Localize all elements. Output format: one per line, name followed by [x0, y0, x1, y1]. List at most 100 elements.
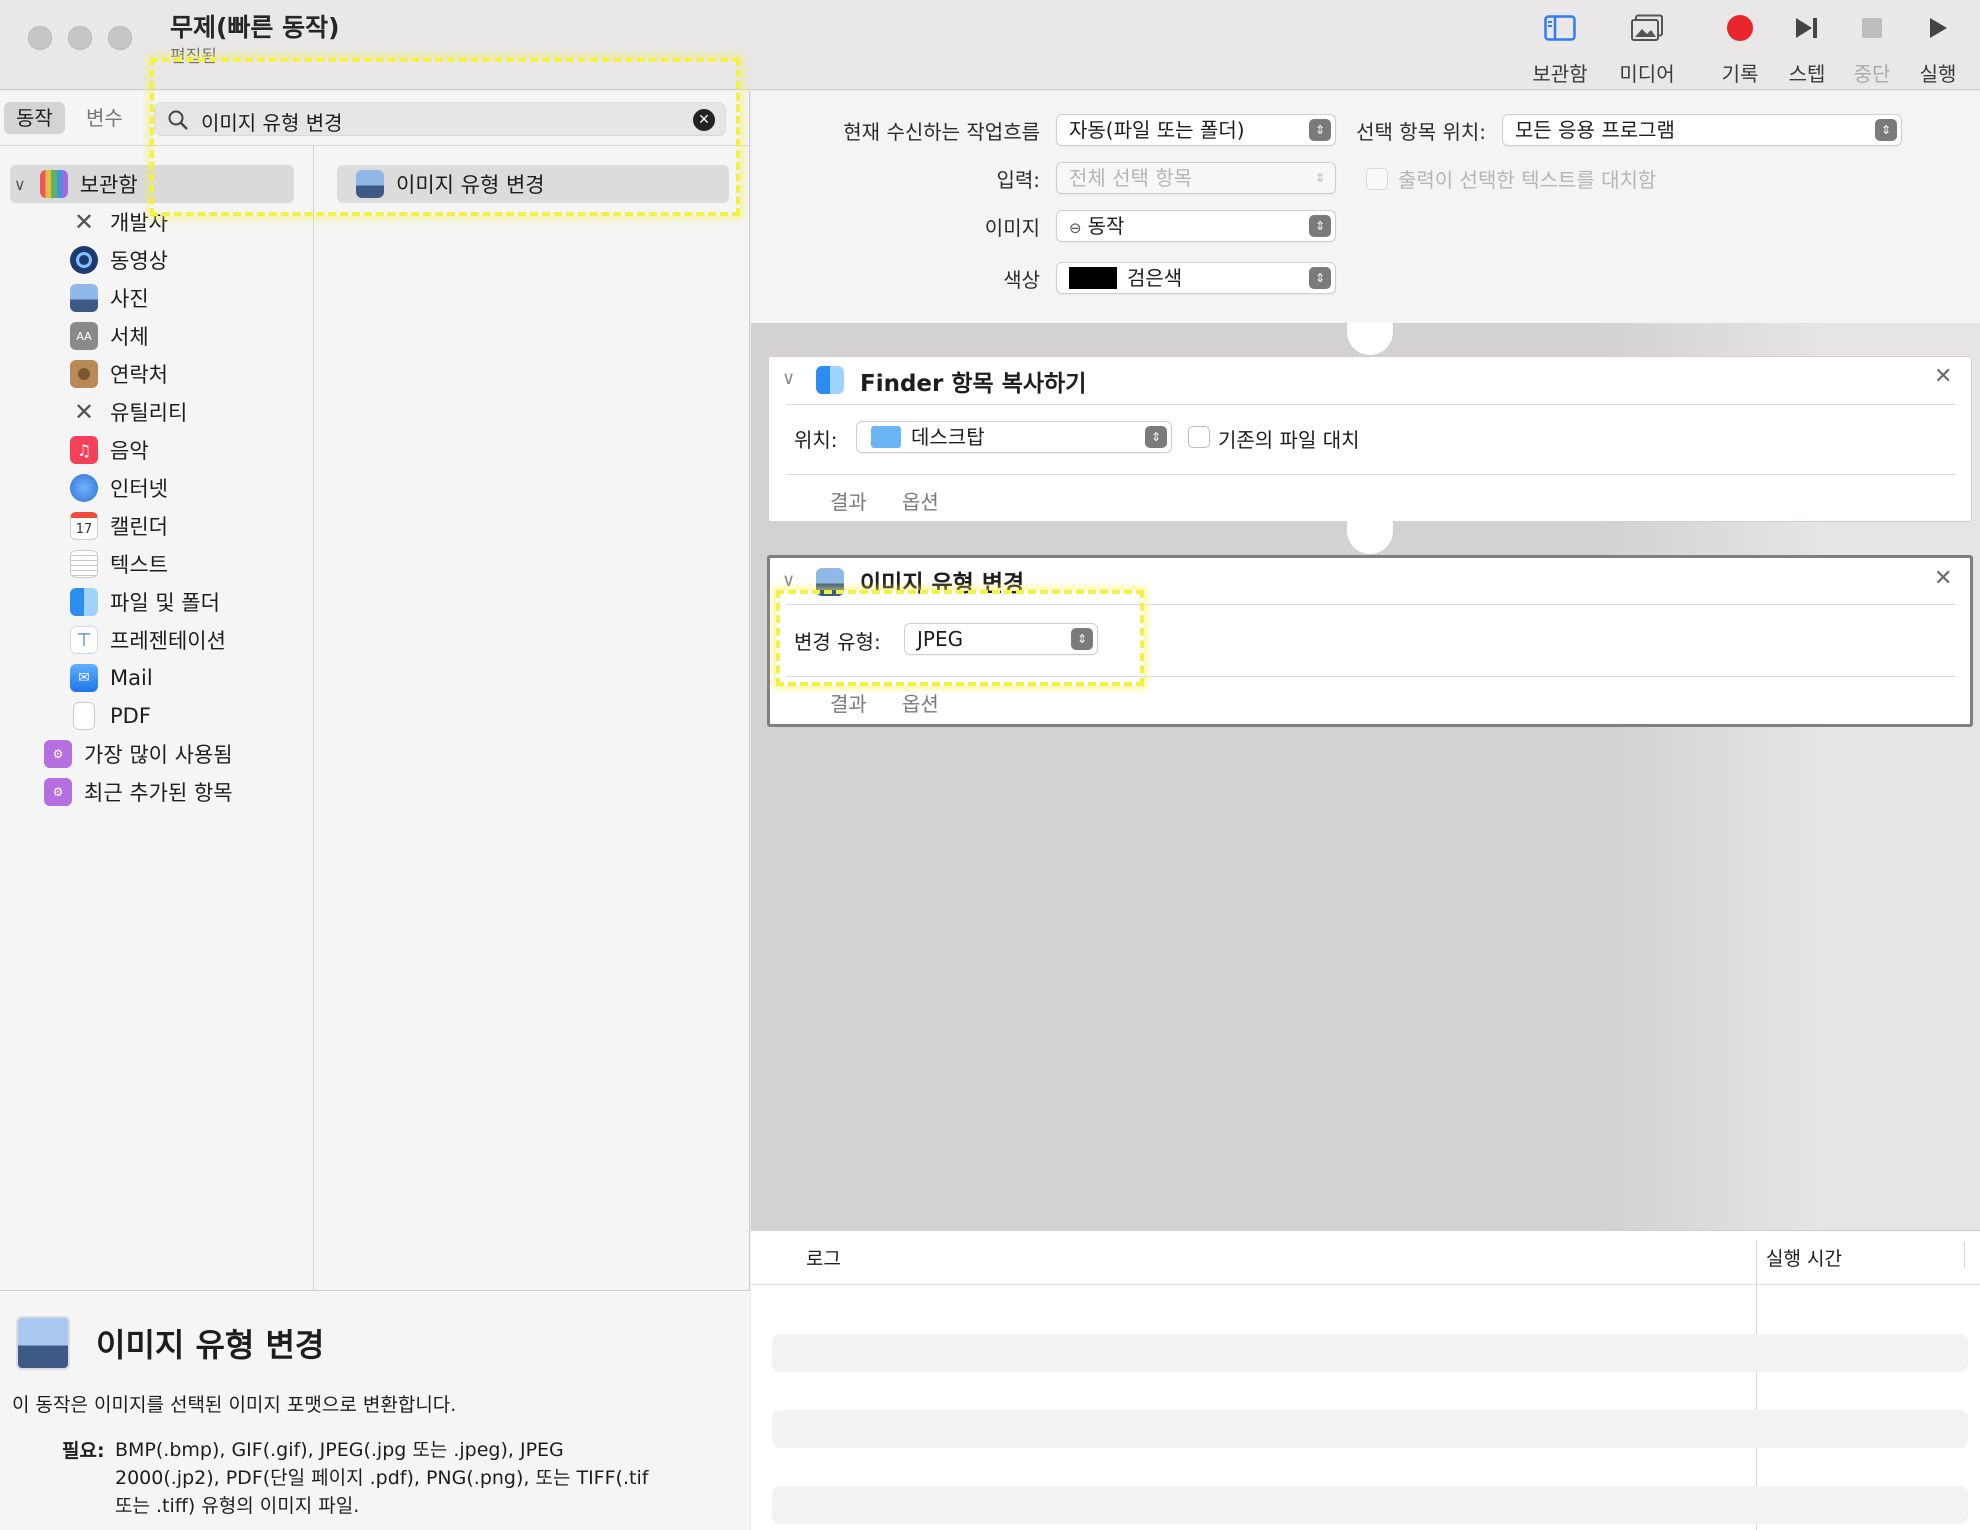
variables-segment[interactable]: 변수 [74, 102, 135, 134]
library-toolbar-button[interactable]: 보관함 [1520, 10, 1600, 87]
library-item-calendar[interactable]: 17 캘린더 [70, 507, 168, 545]
close-window-button[interactable] [28, 26, 52, 50]
calendar-icon: 17 [70, 512, 98, 540]
color-popup[interactable]: 검은색 ⇕ [1056, 262, 1336, 294]
color-value: 검은색 [1127, 266, 1183, 290]
application-value: 모든 응용 프로그램 [1515, 118, 1675, 142]
run-toolbar-label: 실행 [1919, 62, 1957, 86]
close-action-icon[interactable]: ✕ [1934, 566, 1952, 591]
log-header-line [751, 1284, 1980, 1285]
zoom-window-button[interactable] [108, 26, 132, 50]
library-item-files-folders[interactable]: 파일 및 폴더 [70, 583, 220, 621]
action-title: Finder 항목 복사하기 [860, 371, 1087, 397]
photos-media-icon [1631, 14, 1663, 41]
step-icon [1796, 18, 1817, 38]
description-requires-text: BMP(.bmp), GIF(.gif), JPEG(.jpg 또는 .jpeg… [115, 1436, 648, 1520]
input-popup[interactable]: 전체 선택 항목 ⇕ [1056, 162, 1336, 194]
card-divider [786, 474, 1956, 475]
music-icon: ♫ [70, 436, 98, 464]
replace-text-checkbox[interactable] [1366, 168, 1388, 190]
collapse-chevron-icon[interactable]: ∨ [782, 570, 795, 591]
actions-segment[interactable]: 동작 [4, 102, 65, 134]
library-item-presentations[interactable]: ⊤ 프레젠테이션 [70, 621, 226, 659]
library-item-mail[interactable]: ✉ Mail [70, 659, 153, 697]
input-label: 입력: [996, 168, 1040, 192]
image-popup[interactable]: ⊖ 동작 ⇕ [1056, 210, 1336, 242]
play-icon [1930, 18, 1947, 38]
library-item-label: 사진 [110, 287, 149, 311]
library-toolbar-label: 보관함 [1532, 62, 1588, 86]
run-toolbar-button[interactable]: 실행 [1898, 10, 1978, 87]
application-popup[interactable]: 모든 응용 프로그램 ⇕ [1502, 114, 1902, 146]
receives-value: 자동(파일 또는 폴더) [1069, 118, 1245, 142]
mail-icon: ✉ [70, 664, 98, 692]
globe-icon [70, 474, 98, 502]
library-item-internet[interactable]: 인터넷 [70, 469, 168, 507]
replace-existing-checkbox[interactable] [1188, 426, 1210, 448]
replace-existing-label: 기존의 파일 대치 [1218, 428, 1360, 452]
updown-arrows-icon: ⇕ [1875, 119, 1897, 141]
library-item-label: 음악 [110, 439, 149, 463]
replace-text-label: 출력이 선택한 텍스트를 대치함 [1398, 168, 1657, 192]
contacts-icon [70, 360, 98, 388]
library-item-label: 인터넷 [110, 477, 168, 501]
library-item-utilities[interactable]: ✕ 유틸리티 [70, 393, 187, 431]
log-column-header[interactable]: 로그 [806, 1244, 841, 1271]
preview-app-icon [16, 1316, 70, 1370]
image-label: 이미지 [984, 216, 1040, 240]
close-action-icon[interactable]: ✕ [1934, 364, 1952, 389]
sidebar-icon [1544, 15, 1576, 41]
to-label: 위치: [794, 428, 838, 452]
media-toolbar-button[interactable]: 미디어 [1607, 10, 1687, 87]
library-item-photos[interactable]: 사진 [70, 279, 149, 317]
requires-line: 2000(.jp2), PDF(단일 페이지 .pdf), PNG(.png),… [115, 1467, 649, 1489]
finder-icon [70, 588, 98, 616]
library-item-contacts[interactable]: 연락처 [70, 355, 168, 393]
library-item-label: 파일 및 폴더 [110, 591, 220, 615]
library-item-label: 동영상 [110, 249, 168, 273]
library-item-text[interactable]: 텍스트 [70, 545, 168, 583]
description-body: 이 동작은 이미지를 선택된 이미지 포맷으로 변환합니다. [12, 1394, 457, 1416]
library-item-movies[interactable]: 동영상 [70, 241, 168, 279]
updown-arrows-icon: ⇕ [1309, 119, 1331, 141]
stop-icon [1862, 18, 1882, 38]
library-root-item[interactable]: ∨ 보관함 [14, 165, 138, 203]
library-item-label: 최근 추가된 항목 [84, 781, 233, 805]
updown-arrows-icon: ⇕ [1309, 267, 1331, 289]
pdf-icon [73, 702, 95, 730]
results-tab[interactable]: 결과 [830, 486, 867, 515]
options-tab[interactable]: 옵션 [902, 688, 939, 717]
record-icon [1727, 15, 1753, 41]
search-highlight-annotation [150, 58, 740, 216]
options-tab[interactable]: 옵션 [902, 486, 939, 515]
library-item-label: PDF [110, 704, 151, 728]
requires-line: 또는 .tiff) 유형의 이미지 파일. [115, 1495, 360, 1517]
media-toolbar-label: 미디어 [1619, 62, 1675, 86]
log-pane [751, 1230, 1980, 1530]
collapse-chevron-icon[interactable]: ∨ [782, 368, 795, 389]
location-popup[interactable]: 데스크탑 ⇕ [856, 421, 1172, 453]
duration-column-header[interactable]: 실행 시간 [1766, 1244, 1842, 1271]
log-row [772, 1410, 1968, 1448]
disclosure-down-icon[interactable]: ∨ [14, 175, 26, 194]
library-item-recently-added[interactable]: ⚙ 최근 추가된 항목 [44, 773, 233, 811]
receives-popup[interactable]: 자동(파일 또는 폴더) ⇕ [1056, 114, 1336, 146]
library-item-label: 유틸리티 [110, 401, 188, 425]
library-icon [39, 170, 68, 198]
preview-icon [70, 284, 98, 312]
results-tab[interactable]: 결과 [830, 688, 867, 717]
library-item-pdf[interactable]: PDF [70, 697, 151, 735]
receives-label: 현재 수신하는 작업흐름 [843, 120, 1040, 144]
updown-arrows-icon: ⇕ [1309, 215, 1331, 237]
library-item-fonts[interactable]: AA 서체 [70, 317, 149, 355]
library-list [0, 146, 314, 1291]
requires-line: BMP(.bmp), GIF(.gif), JPEG(.jpg 또는 .jpeg… [115, 1439, 564, 1461]
library-item-label: 가장 많이 사용됨 [84, 743, 233, 767]
window-title: 무제(빠른 동작) [170, 13, 340, 42]
library-item-most-used[interactable]: ⚙ 가장 많이 사용됨 [44, 735, 233, 773]
folder-icon [871, 426, 901, 448]
library-item-music[interactable]: ♫ 음악 [70, 431, 149, 469]
library-item-label: 캘린더 [110, 515, 168, 539]
header-divider [1964, 1242, 1965, 1268]
minimize-window-button[interactable] [68, 26, 92, 50]
